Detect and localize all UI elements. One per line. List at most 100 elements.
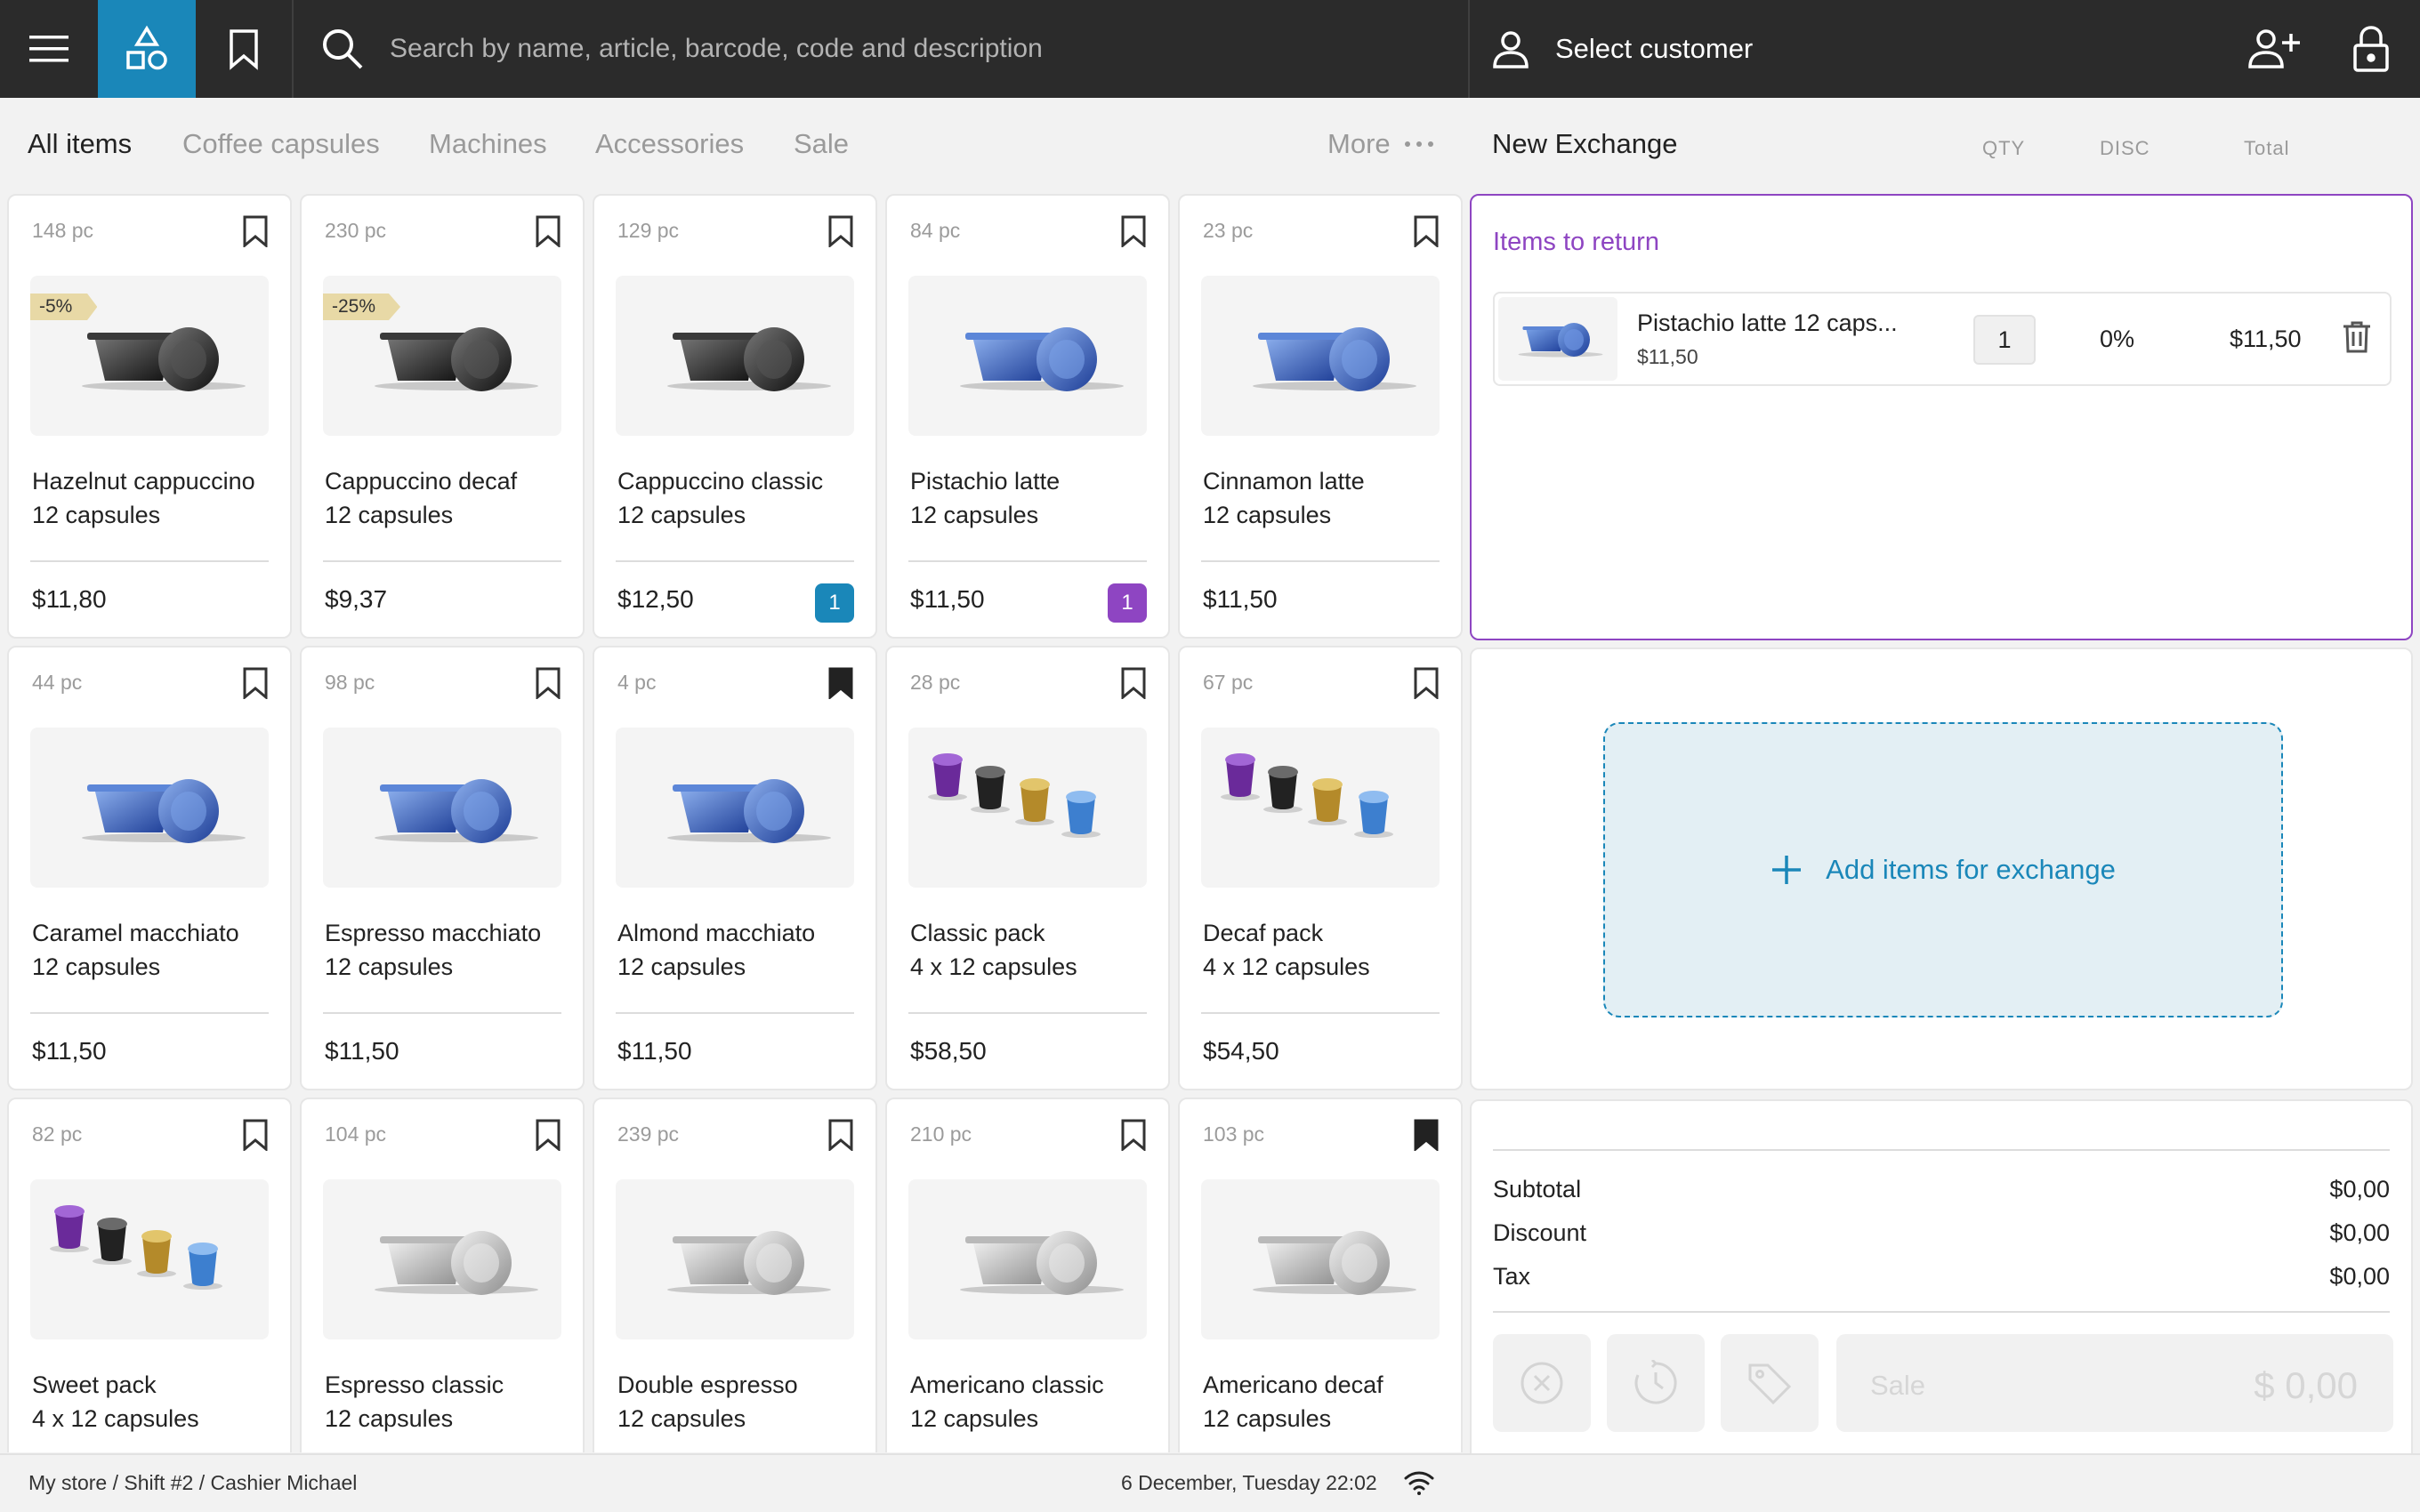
product-price: $11,50 <box>1203 585 1278 613</box>
product-card[interactable]: 129 pc Cappuccino classic 12 capsules $1… <box>593 194 877 639</box>
add-user-icon <box>2248 29 2300 68</box>
divider <box>616 560 854 562</box>
bookmark-toggle[interactable] <box>535 1119 561 1155</box>
items-to-return-panel: Items to return Pistachio latte 12 caps.… <box>1470 194 2413 640</box>
product-card[interactable]: 98 pc Espresso macchiato 12 capsules $11… <box>300 646 585 1090</box>
status-bar: My store / Shift #2 / Cashier Michael 6 … <box>0 1453 2420 1512</box>
catalog-button[interactable] <box>98 0 196 98</box>
stock-count: 129 pc <box>617 219 680 242</box>
product-size: 12 capsules <box>32 953 161 980</box>
top-bar: Select customer <box>0 0 2420 98</box>
bookmark-toggle[interactable] <box>1413 215 1440 252</box>
bookmark-toggle[interactable] <box>827 215 854 252</box>
product-price: $11,50 <box>910 585 985 613</box>
stock-count: 84 pc <box>910 219 961 242</box>
more-tabs-button[interactable]: More <box>1327 128 1433 160</box>
return-item-qty[interactable]: 1 <box>1973 315 2036 365</box>
tab-accessories[interactable]: Accessories <box>595 128 744 160</box>
divider <box>908 1012 1147 1014</box>
product-image-capsule-silver <box>323 1179 561 1339</box>
product-price: $11,80 <box>32 585 107 613</box>
bookmark-toggle[interactable] <box>1120 215 1147 252</box>
sale-button[interactable]: Sale $ 0,00 <box>1836 1334 2393 1432</box>
bookmark-toggle[interactable] <box>242 215 269 252</box>
add-items-label: Add items for exchange <box>1826 854 2116 885</box>
more-label: More <box>1327 128 1391 159</box>
product-card[interactable]: 23 pc Cinnamon latte 12 capsules $11,50 <box>1178 194 1463 639</box>
bookmark-toggle[interactable] <box>1413 1119 1440 1155</box>
tax-value: $0,00 <box>2329 1263 2390 1290</box>
postpone-button[interactable] <box>1607 1334 1705 1432</box>
product-size: 12 capsules <box>1203 502 1332 528</box>
product-card[interactable]: 239 pc Double espresso 12 capsules <box>593 1098 877 1452</box>
product-size: 12 capsules <box>1203 1405 1332 1432</box>
tab-machines[interactable]: Machines <box>429 128 547 160</box>
bookmark-icon <box>1121 667 1146 701</box>
select-customer-button[interactable]: Select customer <box>1470 0 2226 98</box>
product-card[interactable]: 148 pc -5% Hazelnut cappuccino 12 capsul… <box>7 194 292 639</box>
product-name: Cappuccino decaf <box>325 468 518 495</box>
bookmark-toggle[interactable] <box>1413 667 1440 704</box>
cancel-button[interactable] <box>1493 1334 1591 1432</box>
stock-count: 4 pc <box>617 671 657 694</box>
product-card[interactable]: 67 pc Decaf pack 4 x 12 capsules $54,50 <box>1178 646 1463 1090</box>
bookmark-toggle[interactable] <box>535 215 561 252</box>
sale-amount: $ 0,00 <box>2254 1364 2358 1406</box>
subtotal-label: Subtotal <box>1493 1176 1582 1202</box>
bookmark-icon <box>1121 1119 1146 1153</box>
product-card[interactable]: 84 pc Pistachio latte 12 capsules $11,50… <box>885 194 1170 639</box>
product-card[interactable]: 4 pc Almond macchiato 12 capsules $11,50 <box>593 646 877 1090</box>
product-price: $54,50 <box>1203 1037 1279 1065</box>
add-customer-button[interactable] <box>2224 0 2322 98</box>
delete-item-button[interactable] <box>2342 320 2372 358</box>
bookmark-toggle[interactable] <box>827 667 854 704</box>
apply-discount-button[interactable] <box>1721 1334 1819 1432</box>
product-name: Classic pack <box>910 920 1045 946</box>
discount-row: Discount $0,00 <box>1493 1219 2390 1247</box>
product-card[interactable]: 104 pc Espresso classic 12 capsules <box>300 1098 585 1452</box>
product-price: $9,37 <box>325 585 388 613</box>
search-input[interactable] <box>390 34 1413 64</box>
product-card[interactable]: 230 pc -25% Cappuccino decaf 12 capsules… <box>300 194 585 639</box>
bookmark-icon <box>243 1119 268 1153</box>
bookmark-toggle[interactable] <box>827 1119 854 1155</box>
bookmark-toggle[interactable] <box>1120 1119 1147 1155</box>
product-card[interactable]: 28 pc Classic pack 4 x 12 capsules $58,5… <box>885 646 1170 1090</box>
discount-badge: -5% <box>30 294 98 320</box>
product-size: 12 capsules <box>325 502 454 528</box>
tax-row: Tax $0,00 <box>1493 1263 2390 1291</box>
product-name: Cinnamon latte <box>1203 468 1365 495</box>
bookmark-toggle[interactable] <box>242 1119 269 1155</box>
lock-button[interactable] <box>2322 0 2420 98</box>
stock-count: 103 pc <box>1203 1122 1265 1146</box>
stock-count: 148 pc <box>32 219 94 242</box>
tab-coffee-capsules[interactable]: Coffee capsules <box>182 128 380 160</box>
product-name: Pistachio latte <box>910 468 1061 495</box>
column-total: Total <box>2244 137 2290 159</box>
stock-count: 82 pc <box>32 1122 83 1146</box>
add-items-for-exchange-button[interactable]: Add items for exchange <box>1603 722 2283 1017</box>
subtotal-value: $0,00 <box>2329 1176 2390 1202</box>
bookmarks-button[interactable] <box>196 0 292 98</box>
tab-all-items[interactable]: All items <box>28 128 132 160</box>
bookmark-toggle[interactable] <box>242 667 269 704</box>
sale-label: Sale <box>1870 1370 1926 1401</box>
tab-sale[interactable]: Sale <box>794 128 849 160</box>
discount-value: $0,00 <box>2329 1219 2390 1246</box>
store-shift-cashier: My store / Shift #2 / Cashier Michael <box>28 1471 358 1494</box>
tag-icon <box>1748 1363 1792 1405</box>
product-card[interactable]: 44 pc Caramel macchiato 12 capsules $11,… <box>7 646 292 1090</box>
bookmark-toggle[interactable] <box>1120 667 1147 704</box>
discount-badge: -25% <box>323 294 401 320</box>
cancel-icon <box>1521 1362 1563 1404</box>
stock-count: 239 pc <box>617 1122 680 1146</box>
product-card[interactable]: 210 pc Americano classic 12 capsules <box>885 1098 1170 1452</box>
return-item-row[interactable]: Pistachio latte 12 caps... $11,50 1 0% $… <box>1493 292 2392 386</box>
product-card[interactable]: 103 pc Americano decaf 12 capsules <box>1178 1098 1463 1452</box>
product-image-capsule-blue <box>616 728 854 888</box>
product-name: Sweet pack <box>32 1371 157 1398</box>
menu-button[interactable] <box>0 0 98 98</box>
product-image-capsule-blue <box>30 728 269 888</box>
bookmark-toggle[interactable] <box>535 667 561 704</box>
product-card[interactable]: 82 pc Sweet pack 4 x 12 capsules <box>7 1098 292 1452</box>
